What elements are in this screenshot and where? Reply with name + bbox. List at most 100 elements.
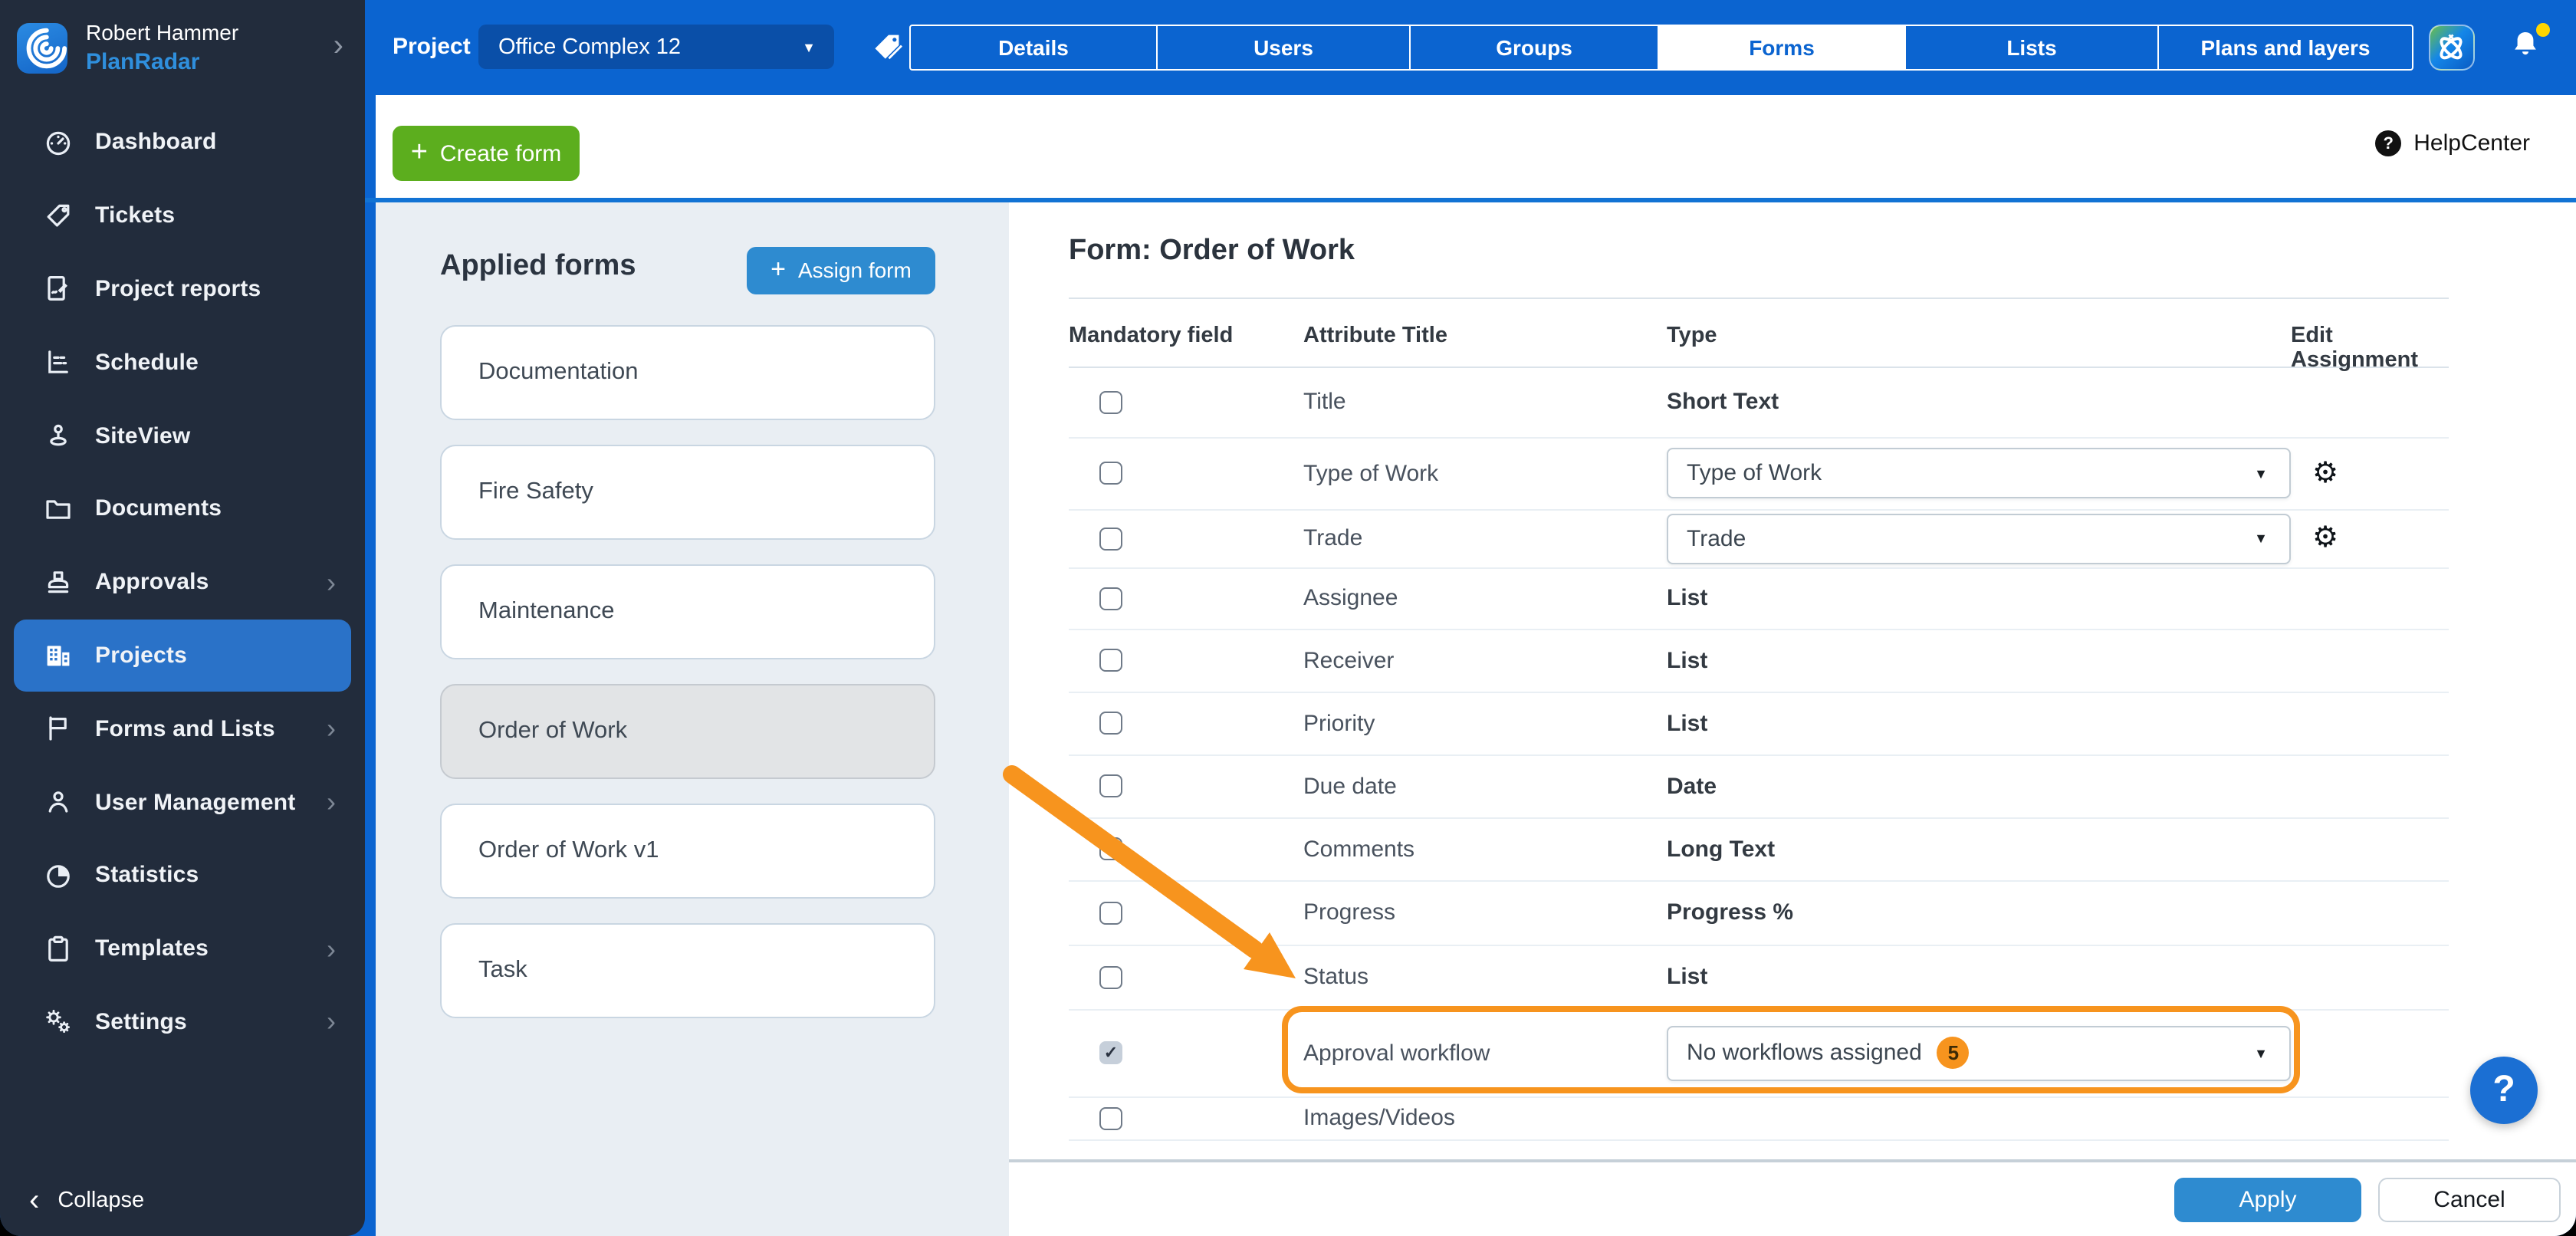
gear-icon[interactable]: ⚙ — [2312, 524, 2338, 553]
user-menu[interactable]: Robert Hammer PlanRadar › — [0, 0, 365, 95]
planradar-logo-icon — [17, 23, 67, 74]
sidebar-item-dashboard[interactable]: Dashboard — [14, 106, 351, 179]
sidebar-item-tickets[interactable]: Tickets — [14, 179, 351, 253]
project-tabs: Details Users Groups Forms Lists Plans a… — [909, 25, 2413, 71]
sidebar-item-projects[interactable]: Projects — [14, 619, 351, 692]
mandatory-checkbox-checked[interactable]: ✓ — [1099, 1041, 1122, 1064]
applied-forms-list: Documentation Fire Safety Maintenance Or… — [440, 324, 935, 1042]
tab-lists[interactable]: Lists — [1906, 25, 2159, 71]
gear-icon[interactable]: ⚙ — [2312, 459, 2338, 488]
tab-users[interactable]: Users — [1158, 25, 1411, 71]
project-tags-icon[interactable] — [871, 31, 905, 64]
help-center-link[interactable]: ? HelpCenter — [2375, 130, 2530, 156]
building-icon — [43, 640, 74, 671]
mandatory-checkbox[interactable] — [1099, 901, 1122, 924]
tag-icon — [43, 200, 74, 231]
sidebar-item-label: Approvals — [95, 569, 209, 595]
table-row-assignee: Assignee List — [1069, 568, 2449, 630]
flag-icon — [43, 714, 74, 745]
sidebar-item-label: Schedule — [95, 350, 199, 376]
sidebar-item-user-management[interactable]: User Management › — [14, 765, 351, 839]
forms-toolbar: + Create form ? HelpCenter — [376, 95, 2576, 198]
chevron-right-icon: › — [327, 788, 336, 816]
col-attribute-title: Attribute Title — [1303, 323, 1447, 347]
form-card-order-of-work[interactable]: Order of Work — [440, 683, 935, 778]
sidebar-item-templates[interactable]: Templates › — [14, 912, 351, 986]
form-card-order-of-work-v1[interactable]: Order of Work v1 — [440, 803, 935, 898]
create-form-button[interactable]: + Create form — [393, 126, 580, 181]
check-icon: ✓ — [1104, 1043, 1118, 1063]
table-row-status: Status List — [1069, 945, 2449, 1010]
mandatory-checkbox[interactable] — [1099, 390, 1122, 413]
sidebar-item-label: User Management — [95, 789, 295, 815]
tab-forms[interactable]: Forms — [1659, 25, 1906, 71]
sidebar-item-settings[interactable]: Settings › — [14, 985, 351, 1059]
table-row-due-date: Due date Date — [1069, 755, 2449, 818]
tab-groups[interactable]: Groups — [1411, 25, 1659, 71]
caret-down-icon: ▼ — [2254, 531, 2268, 546]
table-row-type-of-work: Type of Work Type of Work ▼ ⚙ — [1069, 438, 2449, 510]
divider — [365, 198, 2576, 202]
table-row-progress: Progress Progress % — [1069, 881, 2449, 945]
applied-forms-panel: Applied forms + Assign form Documentatio… — [376, 202, 1009, 1236]
col-edit-assignment: Edit Assignment — [2291, 323, 2449, 372]
sidebar-item-schedule[interactable]: Schedule — [14, 326, 351, 399]
mandatory-checkbox[interactable] — [1099, 837, 1122, 860]
type-select[interactable]: Type of Work ▼ — [1667, 448, 2291, 498]
chevron-right-icon: › — [327, 715, 336, 743]
street-view-icon — [43, 420, 74, 451]
mandatory-checkbox[interactable] — [1099, 712, 1122, 735]
table-row-comments: Comments Long Text — [1069, 818, 2449, 881]
report-icon — [43, 274, 74, 304]
notifications-bell-icon[interactable] — [2509, 28, 2548, 67]
gauge-icon — [43, 127, 74, 158]
table-row-approval-workflow: ✓ Approval workflow No workflows assigne… — [1069, 1010, 2449, 1097]
type-select[interactable]: Trade ▼ — [1667, 513, 2291, 564]
floating-help-button[interactable]: ? — [2470, 1057, 2538, 1124]
create-form-label: Create form — [440, 140, 561, 166]
stamp-icon — [43, 567, 74, 597]
form-card-fire-safety[interactable]: Fire Safety — [440, 444, 935, 539]
form-card-maintenance[interactable]: Maintenance — [440, 564, 935, 659]
sidebar-item-statistics[interactable]: Statistics — [14, 839, 351, 912]
chevron-right-icon: › — [327, 935, 336, 962]
assign-form-button[interactable]: + Assign form — [747, 246, 935, 294]
tab-details[interactable]: Details — [909, 25, 1158, 71]
cancel-button[interactable]: Cancel — [2378, 1177, 2561, 1221]
sidebar-collapse-button[interactable]: ‹ Collapse — [29, 1187, 144, 1215]
sidebar-item-label: Forms and Lists — [95, 716, 275, 742]
mandatory-checkbox[interactable] — [1099, 774, 1122, 797]
form-card-documentation[interactable]: Documentation — [440, 324, 935, 419]
sidebar-item-forms-and-lists[interactable]: Forms and Lists › — [14, 692, 351, 766]
mandatory-checkbox[interactable] — [1099, 527, 1122, 550]
sidebar-item-project-reports[interactable]: Project reports — [14, 252, 351, 326]
apply-button[interactable]: Apply — [2174, 1177, 2361, 1221]
sidebar-item-siteview[interactable]: SiteView — [14, 399, 351, 472]
project-label: Project — [393, 34, 471, 60]
workflow-select[interactable]: No workflows assigned 5 ▼ — [1667, 1025, 2291, 1080]
form-card-task[interactable]: Task — [440, 922, 935, 1017]
sidebar-item-label: Dashboard — [95, 130, 217, 156]
mandatory-checkbox[interactable] — [1099, 1106, 1122, 1129]
mandatory-checkbox[interactable] — [1099, 587, 1122, 610]
sidebar-item-documents[interactable]: Documents — [14, 472, 351, 546]
assign-form-label: Assign form — [798, 258, 912, 282]
project-selector[interactable]: Office Complex 12 ▼ — [478, 25, 834, 69]
mandatory-checkbox[interactable] — [1099, 649, 1122, 672]
caret-down-icon: ▼ — [802, 39, 816, 54]
question-icon: ? — [2375, 130, 2401, 156]
gears-icon — [43, 1007, 74, 1037]
question-icon: ? — [2492, 1069, 2515, 1112]
app-window: Robert Hammer PlanRadar › Dashboard Tick… — [0, 0, 2576, 1236]
table-row-priority: Priority List — [1069, 692, 2449, 755]
connect-app-icon[interactable] — [2429, 25, 2475, 71]
mandatory-checkbox[interactable] — [1099, 965, 1122, 988]
attributes-table: Mandatory field Attribute Title Type Edi… — [1069, 314, 2449, 1140]
mandatory-checkbox[interactable] — [1099, 462, 1122, 485]
divider — [1069, 297, 2449, 298]
sidebar-item-approvals[interactable]: Approvals › — [14, 546, 351, 620]
sidebar-item-label: Tickets — [95, 202, 175, 228]
applied-forms-title: Applied forms — [440, 249, 636, 283]
sidebar-item-label: SiteView — [95, 422, 190, 449]
tab-plans-and-layers[interactable]: Plans and layers — [2159, 25, 2413, 71]
